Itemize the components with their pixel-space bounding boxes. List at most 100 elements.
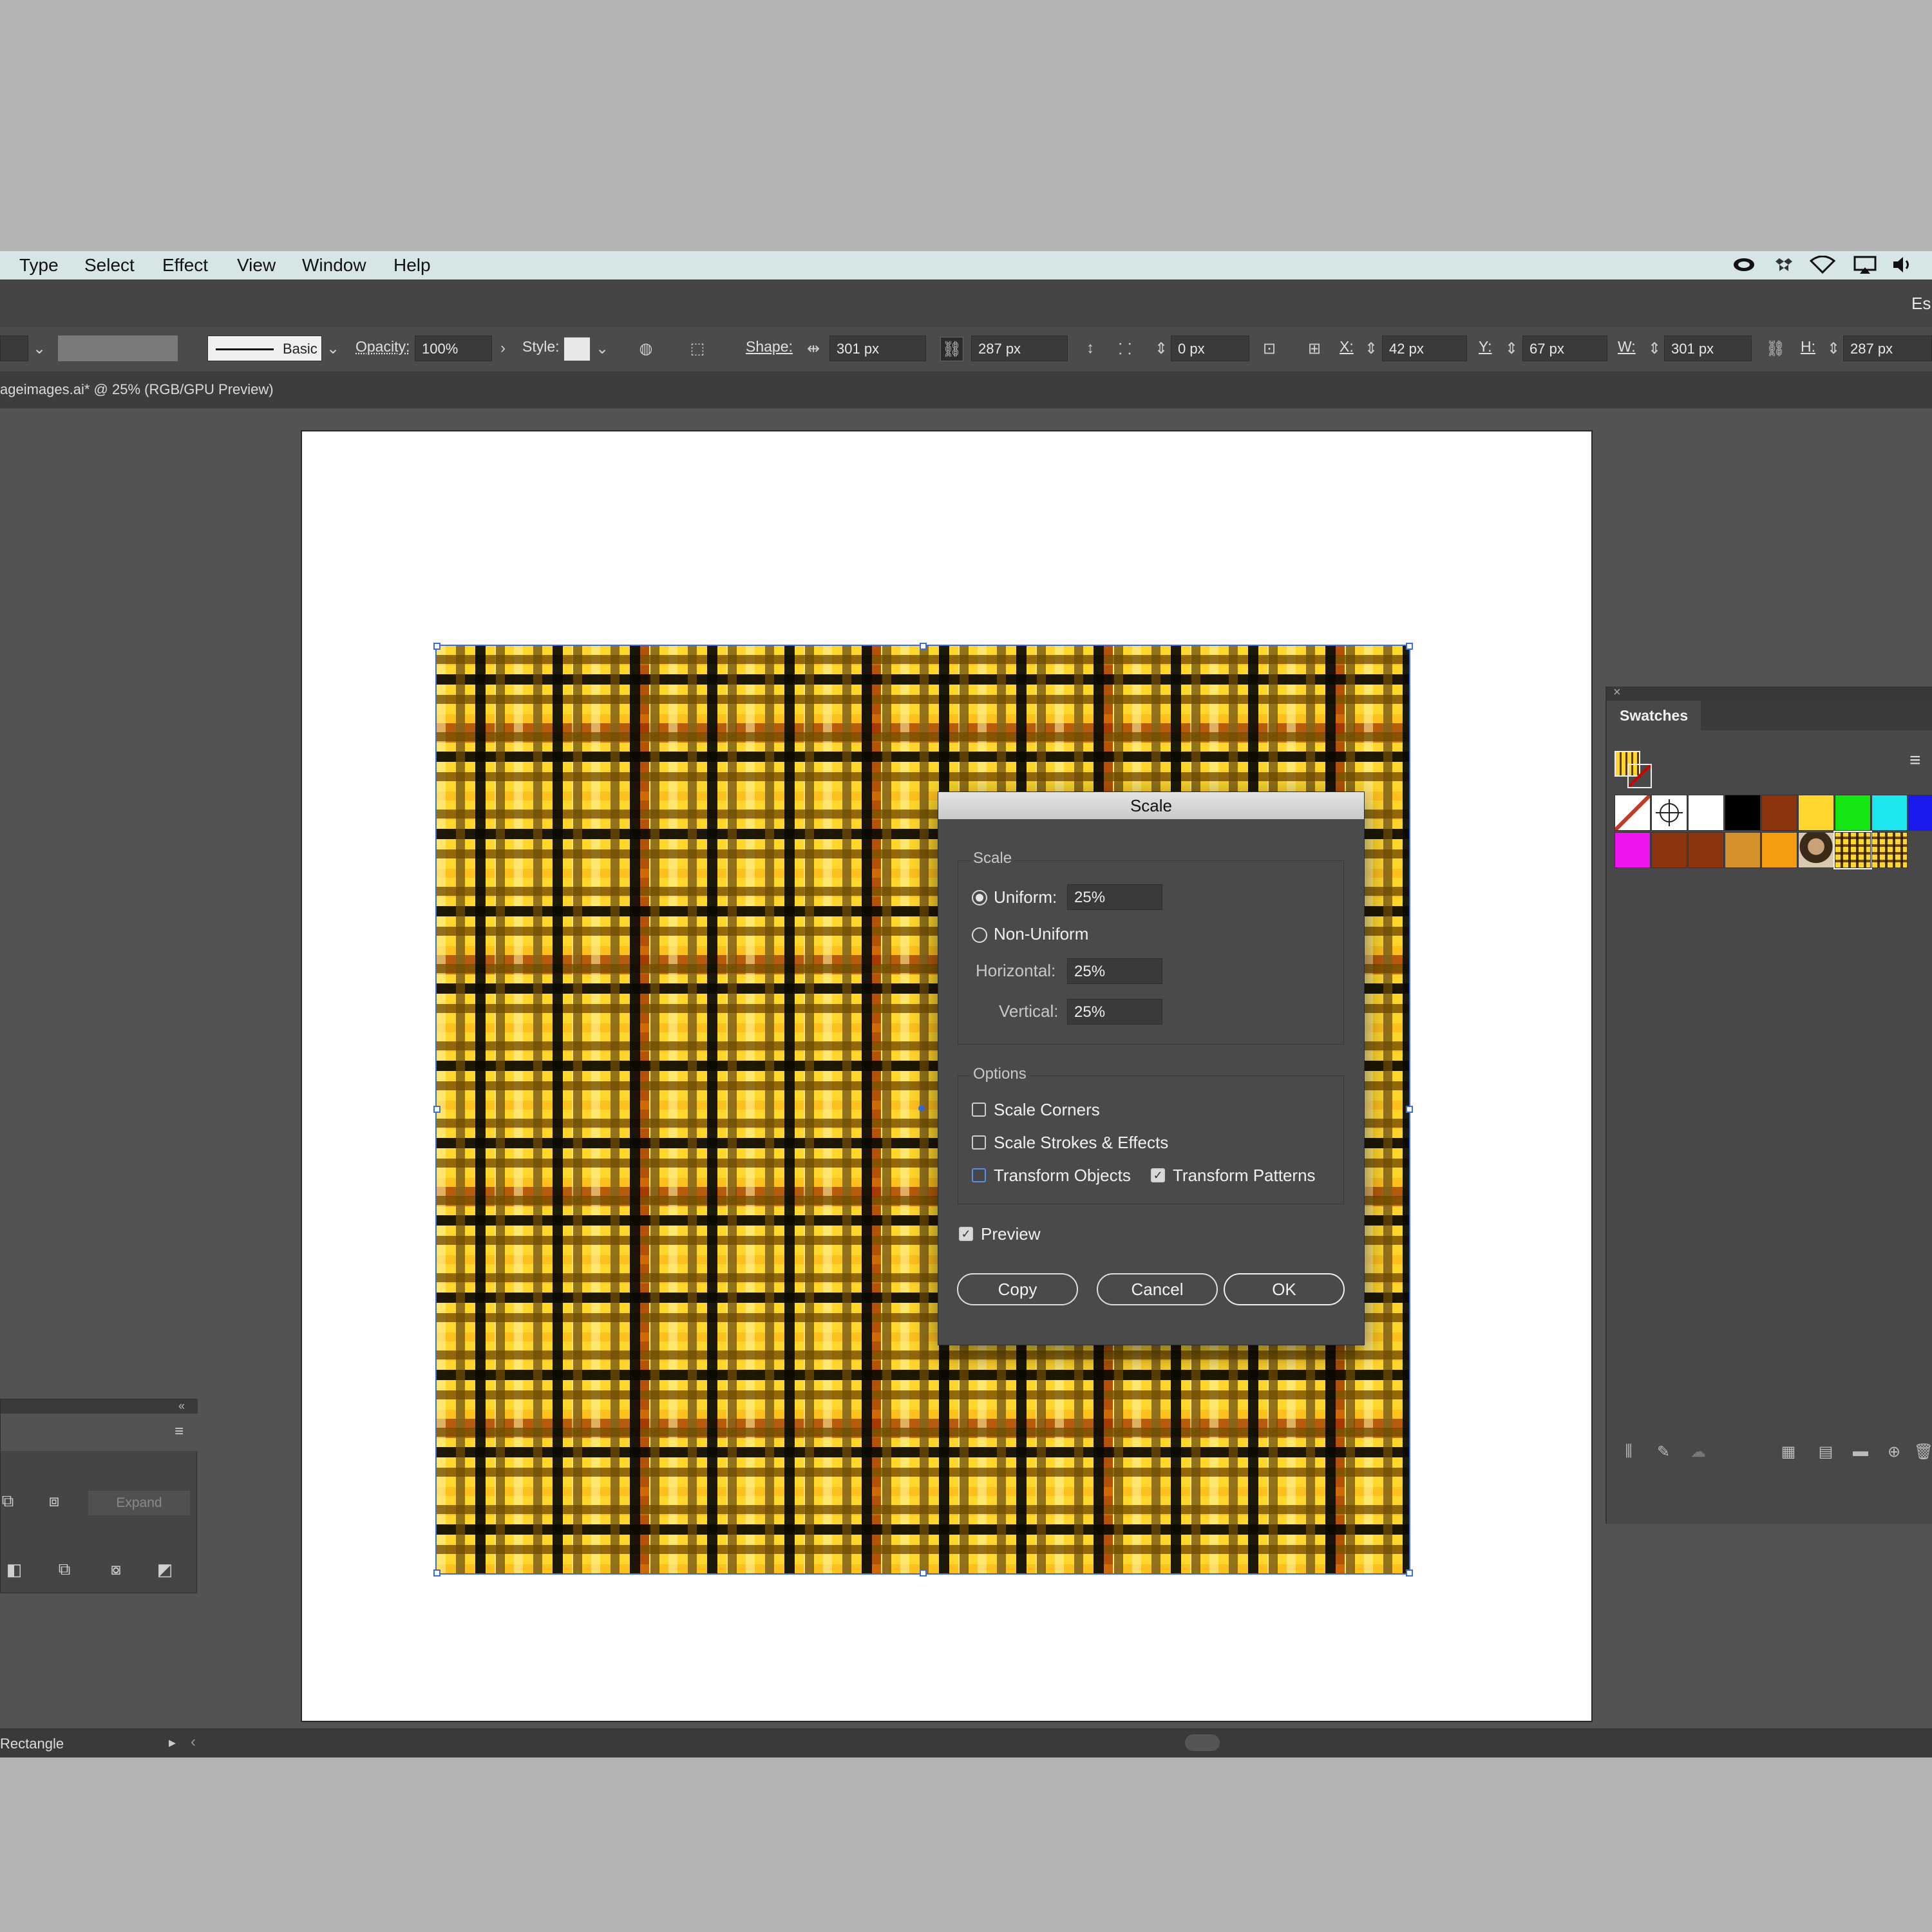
swatch-plaid-pattern[interactable]: [1833, 831, 1872, 869]
panel-menu-icon[interactable]: ≡: [1909, 750, 1921, 772]
align-to-selection-icon[interactable]: ⬚: [687, 337, 708, 360]
selection-handle-bottom-right[interactable]: [1406, 1569, 1413, 1577]
menu-window[interactable]: Window: [302, 255, 366, 276]
intersect-icon[interactable]: ⧈: [44, 1491, 64, 1511]
shape-label[interactable]: Shape:: [746, 338, 793, 355]
uniform-radio[interactable]: [972, 890, 987, 905]
stepper-icon[interactable]: ⇕: [1360, 337, 1382, 360]
transform-icon[interactable]: ⊡: [1258, 337, 1280, 360]
wifi-icon[interactable]: [1810, 254, 1835, 276]
transform-objects-checkbox[interactable]: [972, 1168, 986, 1182]
corner-type-icon[interactable]: ⸬: [1114, 337, 1136, 360]
workspace-switcher[interactable]: Es: [1911, 294, 1931, 314]
selection-handle-middle-right[interactable]: [1406, 1106, 1413, 1113]
merge-icon[interactable]: ⧇: [106, 1559, 126, 1579]
recolor-artwork-icon[interactable]: ◍: [635, 337, 657, 360]
swatch-color[interactable]: [1651, 832, 1687, 868]
swatch-color[interactable]: [1725, 832, 1761, 868]
swatch-plaid-pattern-alt[interactable]: [1871, 832, 1908, 868]
swatch-color[interactable]: [1688, 795, 1724, 831]
swatch-none[interactable]: [1615, 795, 1651, 831]
delete-swatch-icon[interactable]: 🗑: [1913, 1442, 1932, 1461]
swatch-options-icon[interactable]: ▤: [1815, 1442, 1837, 1461]
swatch-registration[interactable]: [1651, 795, 1687, 831]
swatch-color[interactable]: [1798, 795, 1834, 831]
x-input[interactable]: 42 px: [1382, 336, 1467, 361]
chevron-right-icon[interactable]: ›: [492, 337, 514, 360]
stepper-icon[interactable]: ⇕: [1150, 337, 1172, 360]
stepper-icon[interactable]: ⇕: [1643, 337, 1665, 360]
selection-handle-top-right[interactable]: [1406, 643, 1413, 650]
swatch-color[interactable]: [1835, 795, 1871, 831]
reference-point-icon[interactable]: ⊞: [1303, 337, 1325, 360]
chevron-down-icon[interactable]: ⌄: [322, 337, 344, 360]
swatch-image-pattern[interactable]: [1798, 832, 1834, 868]
stepper-icon[interactable]: ⇕: [1501, 337, 1522, 360]
menu-type[interactable]: Type: [19, 255, 59, 276]
crop-icon[interactable]: ◩: [155, 1560, 175, 1579]
menu-select[interactable]: Select: [84, 255, 135, 276]
new-swatch-icon[interactable]: ⊕: [1883, 1442, 1905, 1461]
swatch-color[interactable]: [1871, 795, 1908, 831]
h-input[interactable]: 287 px: [1843, 336, 1932, 361]
edit-colors-icon[interactable]: ✎: [1653, 1442, 1674, 1461]
chevron-down-icon[interactable]: ⌄: [28, 337, 50, 360]
swatch-color[interactable]: [1761, 795, 1797, 831]
cloud-icon[interactable]: ☁: [1687, 1442, 1709, 1461]
chevron-left-icon[interactable]: ‹: [191, 1733, 196, 1751]
expand-button[interactable]: Expand: [88, 1491, 190, 1515]
horizontal-scrollbar-thumb[interactable]: [1185, 1734, 1220, 1751]
show-swatch-kinds-icon[interactable]: ▦: [1777, 1442, 1799, 1461]
swatch-color[interactable]: [1761, 832, 1797, 868]
opacity-label[interactable]: Opacity:: [355, 338, 410, 355]
opacity-input[interactable]: 100%: [415, 336, 492, 361]
selection-handle-middle-left[interactable]: [433, 1106, 440, 1113]
dropbox-icon[interactable]: [1771, 254, 1797, 276]
stroke-weight-field[interactable]: [58, 336, 178, 361]
fill-stroke-indicator[interactable]: [1615, 751, 1652, 788]
selection-handle-bottom-left[interactable]: [433, 1569, 440, 1577]
selection-handle-top-left[interactable]: [433, 643, 440, 650]
corner-radius-input[interactable]: 0 px: [1171, 336, 1249, 361]
swatch-color[interactable]: [1688, 832, 1724, 868]
swatch-color[interactable]: [1908, 795, 1932, 831]
close-icon[interactable]: ×: [1613, 685, 1621, 700]
vertical-input[interactable]: 25%: [1067, 999, 1162, 1025]
selection-handle-bottom-center[interactable]: [920, 1569, 927, 1577]
stepper-icon[interactable]: ⇕: [1823, 337, 1844, 360]
swatch-color[interactable]: [1725, 795, 1761, 831]
style-swatch[interactable]: [564, 337, 590, 361]
tab-swatches[interactable]: Swatches: [1607, 701, 1701, 730]
fill-dropdown[interactable]: [0, 336, 28, 361]
menu-view[interactable]: View: [237, 255, 276, 276]
panel-menu-icon[interactable]: ≡: [175, 1423, 184, 1441]
play-icon[interactable]: ▸: [169, 1734, 176, 1751]
shape-width-input[interactable]: 301 px: [829, 336, 926, 361]
non-uniform-radio[interactable]: [972, 927, 987, 943]
divide-icon[interactable]: ◧: [5, 1560, 24, 1579]
stroke-profile-dropdown[interactable]: Basic: [207, 336, 322, 361]
airplay-icon[interactable]: [1852, 254, 1878, 276]
swatch-libraries-icon[interactable]: ⫼: [1618, 1442, 1640, 1461]
selection-handle-top-center[interactable]: [920, 643, 927, 650]
new-color-group-icon[interactable]: ▬: [1850, 1442, 1871, 1461]
menu-help[interactable]: Help: [393, 255, 431, 276]
scale-strokes-checkbox[interactable]: [972, 1135, 986, 1150]
y-input[interactable]: 67 px: [1522, 336, 1607, 361]
document-tab[interactable]: ageimages.ai* @ 25% (RGB/GPU Preview): [0, 381, 274, 398]
scale-corners-checkbox[interactable]: [972, 1103, 986, 1117]
constrain-proportions-icon[interactable]: ⛓: [1765, 337, 1786, 360]
preview-checkbox[interactable]: ✓: [959, 1227, 973, 1241]
uniform-input[interactable]: 25%: [1067, 884, 1162, 910]
cancel-button[interactable]: Cancel: [1097, 1273, 1218, 1305]
creative-cloud-icon[interactable]: [1731, 254, 1757, 276]
swatch-color[interactable]: [1615, 832, 1651, 868]
menu-effect[interactable]: Effect: [162, 255, 208, 276]
collapse-icon[interactable]: «: [178, 1399, 185, 1413]
trim-icon[interactable]: ⧉: [55, 1559, 74, 1579]
copy-button[interactable]: Copy: [957, 1273, 1078, 1305]
shape-height-input[interactable]: 287 px: [971, 336, 1068, 361]
link-constrain-icon[interactable]: ⛓: [940, 337, 963, 361]
w-input[interactable]: 301 px: [1664, 336, 1752, 361]
chevron-down-icon[interactable]: ⌄: [591, 337, 613, 360]
